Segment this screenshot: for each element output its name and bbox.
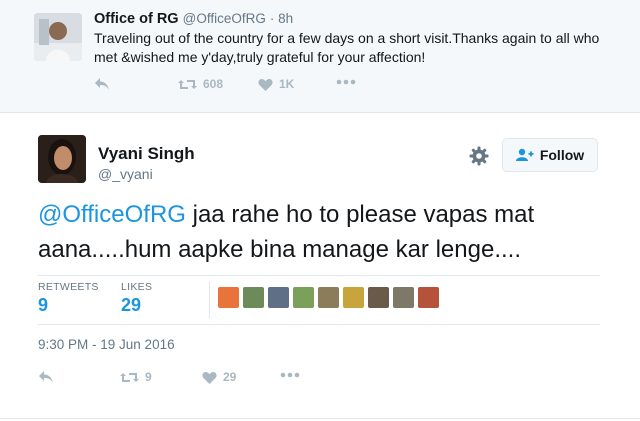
liker-avatar[interactable] xyxy=(268,287,289,308)
tweet-stats: RETWEETS 9 LIKES 29 xyxy=(38,275,600,325)
parent-actions: 608 1K xyxy=(94,77,394,95)
parent-more-button[interactable] xyxy=(336,79,356,85)
bottom-divider xyxy=(0,418,640,419)
gear-icon[interactable] xyxy=(469,146,489,166)
parent-like-count: 1K xyxy=(279,77,295,91)
tweet-text: @OfficeOfRG jaa rahe ho to please vapas … xyxy=(38,197,613,267)
liker-avatar[interactable] xyxy=(293,287,314,308)
parent-timestamp[interactable]: · 8h xyxy=(270,11,293,26)
liker-avatar[interactable] xyxy=(318,287,339,308)
stats-divider xyxy=(209,282,210,318)
add-user-icon xyxy=(515,148,534,161)
liker-avatar[interactable] xyxy=(393,287,414,308)
reply-icon xyxy=(95,78,109,90)
liker-avatar[interactable] xyxy=(418,287,439,308)
retweet-count: 9 xyxy=(145,370,152,384)
retweet-icon xyxy=(178,79,197,89)
follow-label: Follow xyxy=(539,147,585,163)
parent-header: Office of RG @OfficeOfRG · 8h xyxy=(94,11,293,27)
liker-avatar[interactable] xyxy=(343,287,364,308)
retweets-label: RETWEETS xyxy=(38,281,99,293)
mention-link[interactable]: @OfficeOfRG xyxy=(38,201,186,228)
more-icon xyxy=(280,372,300,378)
follow-button[interactable]: Follow xyxy=(502,138,598,172)
avatar-photo xyxy=(38,135,86,183)
tweet-actions: 9 29 xyxy=(38,370,338,388)
liker-avatar[interactable] xyxy=(368,287,389,308)
parent-avatar[interactable] xyxy=(34,13,82,61)
parent-tweet: Office of RG @OfficeOfRG · 8h Traveling … xyxy=(0,0,640,113)
likes-value: 29 xyxy=(121,295,142,315)
reply-icon xyxy=(39,371,53,383)
more-button[interactable] xyxy=(280,372,300,378)
retweets-stat[interactable]: RETWEETS 9 xyxy=(38,281,99,316)
parent-retweet-count: 608 xyxy=(203,77,224,91)
retweets-value: 9 xyxy=(38,295,49,315)
retweet-icon xyxy=(120,372,139,382)
heart-icon xyxy=(258,78,273,91)
author-handle[interactable]: @_vyani xyxy=(98,166,153,182)
like-button[interactable]: 29 xyxy=(202,370,236,384)
liker-avatar[interactable] xyxy=(218,287,239,308)
parent-tweet-text: Traveling out of the country for a few d… xyxy=(94,30,600,65)
retweet-button[interactable]: 9 xyxy=(120,370,152,384)
tweet-timestamp[interactable]: 9:30 PM - 19 Jun 2016 xyxy=(38,337,175,352)
heart-icon xyxy=(202,371,217,384)
more-icon xyxy=(336,79,356,85)
liker-avatars xyxy=(218,287,439,308)
parent-retweet-button[interactable]: 608 xyxy=(178,77,223,91)
parent-like-button[interactable]: 1K xyxy=(258,77,294,91)
like-count: 29 xyxy=(223,370,237,384)
reply-button[interactable] xyxy=(38,370,54,384)
avatar-photo xyxy=(34,13,82,61)
parent-reply-button[interactable] xyxy=(94,77,110,91)
likes-label: LIKES xyxy=(121,281,153,293)
author-name[interactable]: Vyani Singh xyxy=(98,144,195,164)
parent-author-name[interactable]: Office of RG xyxy=(94,11,179,27)
liker-avatar[interactable] xyxy=(243,287,264,308)
parent-author-handle[interactable]: @OfficeOfRG xyxy=(183,11,266,26)
likes-stat[interactable]: LIKES 29 xyxy=(121,281,152,316)
author-avatar[interactable] xyxy=(38,135,86,183)
